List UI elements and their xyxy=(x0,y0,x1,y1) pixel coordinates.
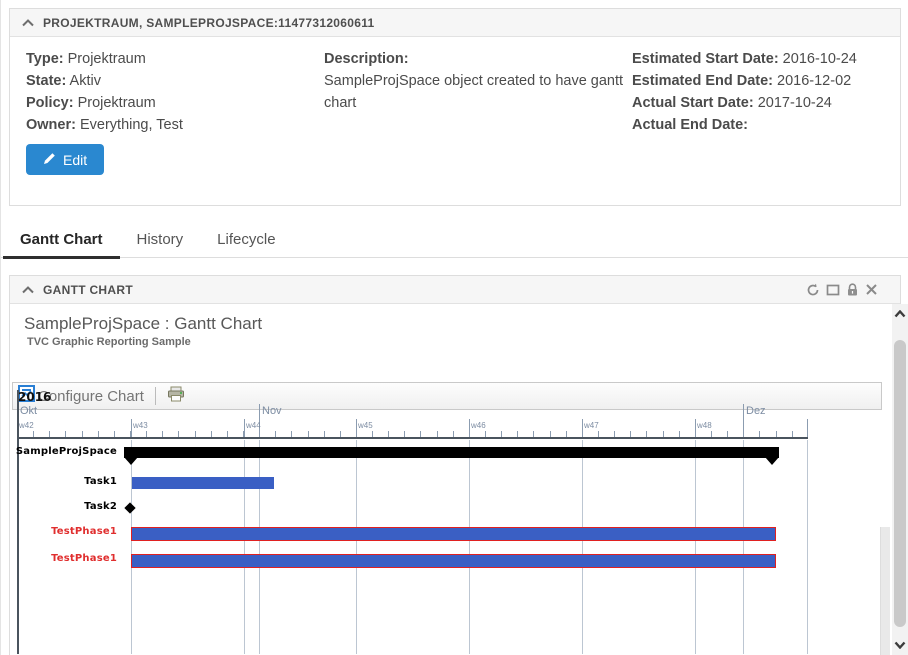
gantt-row-label: TestPhase1 xyxy=(15,553,117,564)
gantt-gridline xyxy=(131,440,132,654)
gantt-week-label: w47 xyxy=(584,421,599,430)
gantt-month-label: Nov xyxy=(262,405,282,417)
gantt-gridline xyxy=(244,440,245,654)
gantt-month-label: Dez xyxy=(746,405,766,417)
gantt-gridline xyxy=(259,440,260,654)
gantt-row-label: Task2 xyxy=(15,501,117,512)
gantt-summary-end-cap xyxy=(765,457,779,465)
gantt-gridline xyxy=(695,440,696,654)
gantt-chart-area: 2016Okt Nov Dez w42 w43 w44 w45 w46 w47 w48 Sample… xyxy=(1,0,908,655)
gantt-gridline xyxy=(582,440,583,654)
gantt-gridline xyxy=(807,440,808,654)
gantt-week-line xyxy=(131,419,132,437)
gantt-week-label: w44 xyxy=(246,421,261,430)
gantt-week-label: w45 xyxy=(358,421,373,430)
gantt-week-label: w48 xyxy=(697,421,712,430)
gantt-task-bar[interactable] xyxy=(131,527,776,541)
gantt-year-label: 2016 xyxy=(18,390,51,404)
scroll-up-arrow-icon[interactable] xyxy=(892,306,908,322)
gantt-milestone-diamond[interactable] xyxy=(124,502,135,513)
page: PROJEKTRAUM, SAMPLEPROJSPACE:11477312060… xyxy=(0,0,908,655)
gantt-row-label: SampleProjSpace xyxy=(15,446,117,457)
gantt-gridline xyxy=(356,440,357,654)
inner-scrollbar[interactable] xyxy=(880,527,890,655)
scroll-down-arrow-icon[interactable] xyxy=(892,637,908,653)
gantt-axis-line xyxy=(17,437,808,439)
gantt-task-bar[interactable] xyxy=(131,554,776,568)
gantt-summary-bar[interactable] xyxy=(124,447,779,458)
gantt-week-line xyxy=(244,419,245,437)
gantt-gridline xyxy=(743,440,744,654)
gantt-task-bar[interactable] xyxy=(132,477,274,489)
gantt-summary-end-cap xyxy=(124,457,138,465)
scrollbar-thumb[interactable] xyxy=(894,340,906,627)
gantt-row-label: Task1 xyxy=(15,476,117,487)
gantt-week-label: w46 xyxy=(471,421,486,430)
gantt-gridline xyxy=(469,440,470,654)
gantt-row-label: TestPhase1 xyxy=(15,526,117,537)
gantt-week-line xyxy=(807,419,808,437)
gantt-month-label: Okt xyxy=(20,405,37,417)
gantt-week-label: w42 xyxy=(19,421,34,430)
gantt-week-label: w43 xyxy=(133,421,148,430)
vertical-scrollbar[interactable] xyxy=(892,304,908,655)
